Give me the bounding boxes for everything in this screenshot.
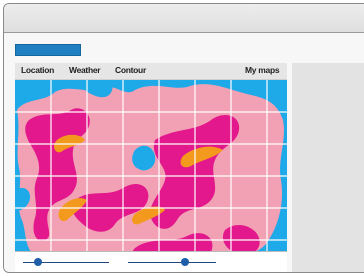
- slider-1-knob[interactable]: [34, 258, 43, 266]
- side-panel: [292, 63, 364, 272]
- map-view[interactable]: [15, 80, 287, 272]
- nav-contour[interactable]: Contour: [115, 65, 146, 75]
- weather-map: [15, 80, 287, 272]
- header-button[interactable]: [15, 44, 81, 56]
- app-window: Location Weather Contour My maps: [3, 3, 364, 273]
- title-bar: [4, 4, 364, 33]
- nav-mymaps[interactable]: My maps: [245, 65, 280, 75]
- slider-2-knob[interactable]: [181, 258, 190, 266]
- nav-location[interactable]: Location: [21, 65, 54, 75]
- main-content: Location Weather Contour My maps: [4, 33, 364, 272]
- slider-2-track[interactable]: [128, 262, 216, 263]
- water-inlet: [132, 145, 156, 171]
- nav-weather[interactable]: Weather: [69, 65, 101, 75]
- map-toolbar: Location Weather Contour My maps: [15, 63, 287, 80]
- map-controls: [15, 251, 287, 272]
